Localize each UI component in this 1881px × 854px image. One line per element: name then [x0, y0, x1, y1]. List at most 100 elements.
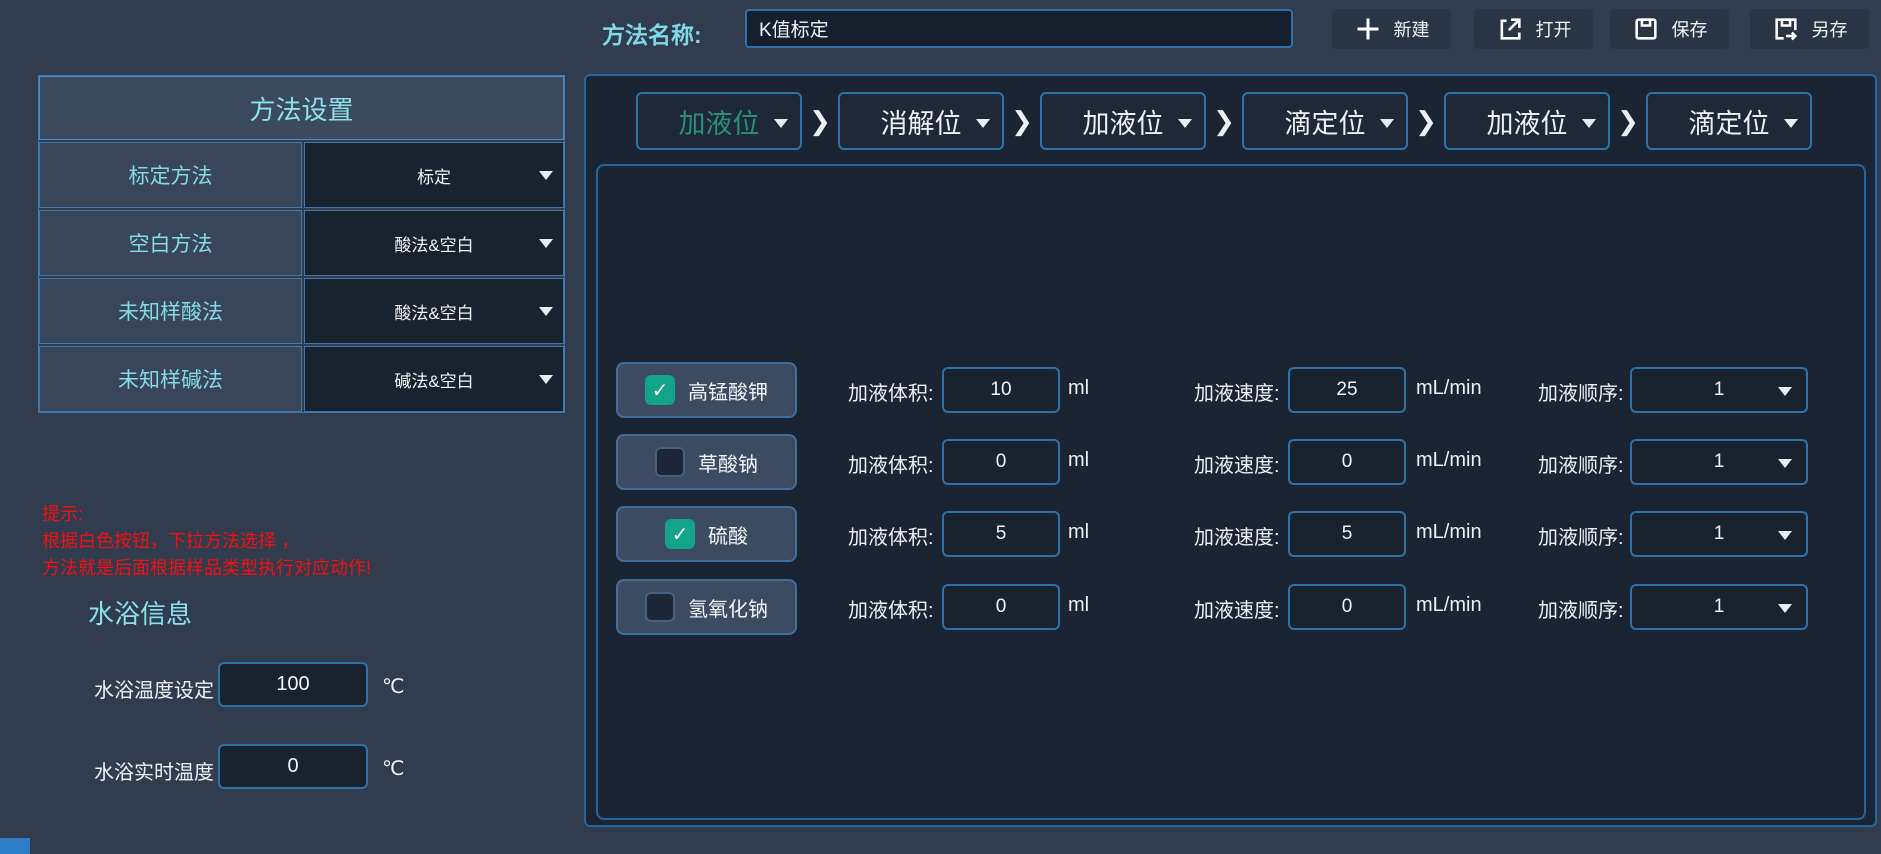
unknown-alkali-method-value: 碱法&空白 — [394, 367, 473, 392]
workflow-step-3-label: 加液位 — [1083, 102, 1164, 141]
reagent-name: 草酸钠 — [698, 448, 758, 477]
step-arrow-icon: ❯ — [802, 106, 838, 137]
save-icon — [1632, 15, 1660, 43]
bath-temp-set-unit: ℃ — [382, 674, 404, 699]
volume-input[interactable] — [942, 439, 1060, 485]
method-settings-table: 方法设置 标定方法 标定 空白方法 酸法&空白 未知样酸法 酸法&空白 未知样碱… — [38, 75, 565, 413]
workflow-step-6[interactable]: 滴定位 — [1646, 92, 1812, 150]
chevron-down-icon — [1178, 119, 1192, 128]
hint-line: 方法就是后面根据样品类型执行对应动作! — [42, 555, 371, 582]
chevron-down-icon — [539, 239, 553, 248]
calibration-method-value: 标定 — [417, 163, 451, 188]
workflow-step-1[interactable]: 加液位 — [636, 92, 802, 150]
volume-input[interactable] — [942, 367, 1060, 413]
chevron-down-icon — [976, 119, 990, 128]
save-as-button-label: 另存 — [1812, 16, 1848, 42]
bath-temp-actual-label: 水浴实时温度 — [94, 756, 214, 785]
speed-unit: mL/min — [1416, 377, 1482, 400]
new-button[interactable]: 新建 — [1332, 9, 1451, 49]
step-arrow-icon: ❯ — [1206, 106, 1242, 137]
workflow-steps-bar: 加液位 ❯ 消解位 ❯ 加液位 ❯ 滴定位 ❯ 加液位 ❯ 滴定位 — [636, 92, 1812, 150]
unknown-acid-method-select[interactable]: 酸法&空白 — [304, 278, 564, 344]
reagent-row-kmno4: ✓ 高锰酸钾 加液体积: ml 加液速度: mL/min 加液顺序: 1 — [598, 362, 1864, 418]
workflow-step-5-label: 加液位 — [1487, 102, 1568, 141]
volume-label: 加液体积: — [848, 377, 934, 406]
method-name-input[interactable] — [745, 9, 1293, 48]
checkbox-checked-icon[interactable]: ✓ — [665, 519, 695, 549]
plus-icon — [1354, 15, 1382, 43]
speed-unit: mL/min — [1416, 521, 1482, 544]
speed-unit: mL/min — [1416, 594, 1482, 617]
bath-temp-actual-input[interactable] — [218, 744, 368, 789]
order-value: 1 — [1714, 451, 1725, 473]
table-row: 未知样碱法 碱法&空白 — [39, 346, 564, 412]
chevron-down-icon — [1380, 119, 1394, 128]
bath-temp-set-input[interactable] — [218, 662, 368, 707]
volume-input[interactable] — [942, 584, 1060, 630]
speed-input[interactable] — [1288, 584, 1406, 630]
chevron-down-icon — [539, 375, 553, 384]
table-row: 未知样酸法 酸法&空白 — [39, 278, 564, 344]
reagent-toggle-kmno4[interactable]: ✓ 高锰酸钾 — [616, 362, 797, 418]
speed-input[interactable] — [1288, 511, 1406, 557]
bath-temp-set-label: 水浴温度设定 — [94, 674, 214, 703]
reagent-row-h2so4: ✓ 硫酸 加液体积: ml 加液速度: mL/min 加液顺序: 1 — [598, 506, 1864, 562]
save-button[interactable]: 保存 — [1610, 9, 1729, 49]
order-select[interactable]: 1 — [1630, 367, 1808, 413]
checkbox-unchecked-icon[interactable]: ✓ — [645, 592, 675, 622]
reagent-name: 高锰酸钾 — [688, 376, 768, 405]
save-button-label: 保存 — [1672, 16, 1708, 42]
order-select[interactable]: 1 — [1630, 439, 1808, 485]
speed-input[interactable] — [1288, 367, 1406, 413]
unknown-alkali-method-select[interactable]: 碱法&空白 — [304, 346, 564, 412]
speed-input[interactable] — [1288, 439, 1406, 485]
hint-text: 提示: 根据白色按钮，下拉方法选择 ， 方法就是后面根据样品类型执行对应动作! — [42, 501, 371, 582]
chevron-down-icon — [1784, 119, 1798, 128]
speed-label: 加液速度: — [1194, 449, 1280, 478]
unknown-acid-method-value: 酸法&空白 — [394, 299, 473, 324]
workflow-step-3[interactable]: 加液位 — [1040, 92, 1206, 150]
reagent-toggle-na-oxalate[interactable]: ✓ 草酸钠 — [616, 434, 797, 490]
open-icon — [1496, 15, 1524, 43]
chevron-down-icon — [1778, 531, 1792, 540]
blank-method-select[interactable]: 酸法&空白 — [304, 210, 564, 276]
chevron-down-icon — [1582, 119, 1596, 128]
blank-method-label: 空白方法 — [39, 210, 302, 276]
table-row: 标定方法 标定 — [39, 142, 564, 208]
step-arrow-icon: ❯ — [1610, 106, 1646, 137]
order-value: 1 — [1714, 596, 1725, 618]
workflow-step-2[interactable]: 消解位 — [838, 92, 1004, 150]
reagent-toggle-naoh[interactable]: ✓ 氢氧化钠 — [616, 579, 797, 635]
volume-unit: ml — [1068, 594, 1089, 617]
volume-label: 加液体积: — [848, 521, 934, 550]
workflow-step-2-label: 消解位 — [881, 102, 962, 141]
blank-method-value: 酸法&空白 — [394, 231, 473, 256]
new-button-label: 新建 — [1394, 16, 1430, 42]
checkbox-checked-icon[interactable]: ✓ — [645, 375, 675, 405]
method-name-label: 方法名称: — [602, 16, 702, 50]
workflow-step-5[interactable]: 加液位 — [1444, 92, 1610, 150]
reagent-name: 氢氧化钠 — [688, 593, 768, 622]
table-row: 空白方法 酸法&空白 — [39, 210, 564, 276]
save-as-button[interactable]: 另存 — [1750, 9, 1869, 49]
chevron-down-icon — [1778, 604, 1792, 613]
calibration-method-select[interactable]: 标定 — [304, 142, 564, 208]
chevron-down-icon — [539, 171, 553, 180]
order-label: 加液顺序: — [1538, 521, 1624, 550]
speed-label: 加液速度: — [1194, 594, 1280, 623]
app-window: { "colors": { "background": "#313c4f", "… — [0, 0, 1881, 854]
order-label: 加液顺序: — [1538, 594, 1624, 623]
workflow-step-4[interactable]: 滴定位 — [1242, 92, 1408, 150]
open-button[interactable]: 打开 — [1474, 9, 1593, 49]
reagent-toggle-h2so4[interactable]: ✓ 硫酸 — [616, 506, 797, 562]
checkbox-unchecked-icon[interactable]: ✓ — [655, 447, 685, 477]
volume-input[interactable] — [942, 511, 1060, 557]
step-arrow-icon: ❯ — [1004, 106, 1040, 137]
workflow-step-6-label: 滴定位 — [1689, 102, 1770, 141]
reagent-row-naoh: ✓ 氢氧化钠 加液体积: ml 加液速度: mL/min 加液顺序: 1 — [598, 579, 1864, 635]
open-button-label: 打开 — [1536, 16, 1572, 42]
hint-line: 提示: — [42, 501, 371, 528]
order-select[interactable]: 1 — [1630, 511, 1808, 557]
order-value: 1 — [1714, 379, 1725, 401]
order-select[interactable]: 1 — [1630, 584, 1808, 630]
